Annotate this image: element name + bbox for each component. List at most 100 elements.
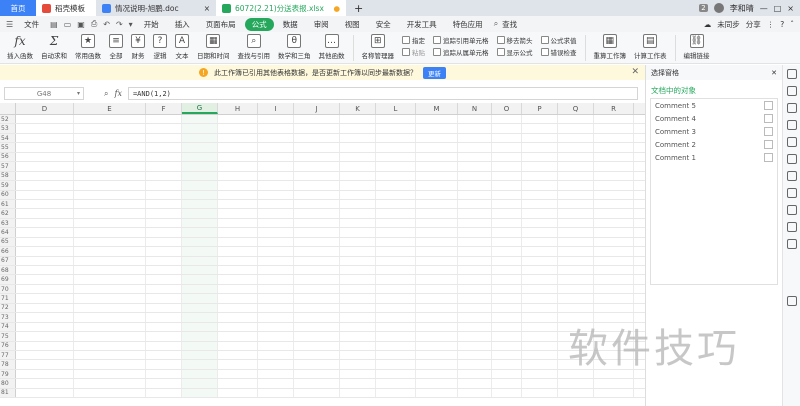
tools-icon[interactable] [786, 239, 797, 249]
grid-cell[interactable] [458, 190, 492, 199]
grid-cell[interactable] [74, 256, 146, 265]
grid-cell[interactable] [492, 294, 522, 303]
grid-cell[interactable] [340, 256, 376, 265]
backup-icon[interactable] [786, 154, 797, 164]
grid-cell[interactable] [74, 143, 146, 152]
grid-cell[interactable] [340, 190, 376, 199]
grid-cell[interactable] [522, 218, 558, 228]
finance-button[interactable]: ¥ 财务 [128, 32, 148, 62]
grid-cell[interactable] [558, 162, 594, 171]
grid-cell[interactable] [74, 218, 146, 228]
grid-cell[interactable] [340, 181, 376, 190]
visibility-icon[interactable] [764, 153, 773, 162]
grid-cell[interactable] [458, 162, 492, 171]
grid-cell[interactable] [458, 143, 492, 152]
grid-cell[interactable] [340, 284, 376, 294]
column-header[interactable]: O [492, 103, 522, 114]
grid-cell[interactable] [376, 266, 416, 275]
grid-cell[interactable] [182, 228, 218, 237]
grid-cell[interactable] [558, 228, 594, 237]
grid-cell[interactable] [218, 133, 258, 143]
grid-cell[interactable] [218, 360, 258, 369]
grid-cell[interactable] [16, 237, 74, 247]
grid-cell[interactable] [492, 256, 522, 265]
open-folder-icon[interactable]: ▭ [62, 20, 74, 29]
grid-cell[interactable] [218, 199, 258, 209]
grid-cell[interactable] [492, 266, 522, 275]
grid-cell[interactable] [558, 379, 594, 388]
define-button[interactable]: 指定 [402, 35, 425, 45]
grid-cell[interactable] [258, 199, 294, 209]
grid-cell[interactable] [522, 228, 558, 237]
grid-cell[interactable] [492, 284, 522, 294]
grid-cell[interactable] [492, 332, 522, 341]
grid-cell[interactable] [594, 275, 634, 284]
grid-cell[interactable] [182, 388, 218, 398]
grid-cell[interactable] [594, 294, 634, 303]
lookup-button[interactable]: ⌕ 查找与引用 [235, 32, 274, 62]
grid-cell[interactable] [458, 322, 492, 332]
row-header[interactable]: 69 [0, 275, 16, 284]
menu-file[interactable]: 文件 [17, 18, 46, 31]
grid-cell[interactable] [294, 313, 340, 322]
grid-cell[interactable] [258, 181, 294, 190]
tab-templates[interactable]: 稻壳模板 [36, 0, 96, 16]
grid-cell[interactable] [146, 350, 182, 360]
grid-cell[interactable] [182, 237, 218, 247]
more-chevron-icon[interactable]: ▾ [127, 20, 135, 29]
grid-cell[interactable] [492, 171, 522, 181]
grid-cell[interactable] [522, 284, 558, 294]
grid-cell[interactable] [594, 247, 634, 256]
grid-cell[interactable] [492, 209, 522, 218]
grid-cell[interactable] [416, 341, 458, 350]
grid-cell[interactable] [16, 171, 74, 181]
column-header[interactable]: Q [558, 103, 594, 114]
grid-cell[interactable] [182, 379, 218, 388]
grid-cell[interactable] [492, 124, 522, 133]
grid-cell[interactable] [16, 247, 74, 256]
calc-sheet-button[interactable]: ▤ 计算工作表 [631, 32, 670, 62]
grid-cell[interactable] [218, 162, 258, 171]
grid-cell[interactable] [558, 133, 594, 143]
grid-cell[interactable] [294, 360, 340, 369]
grid-cell[interactable] [416, 266, 458, 275]
grid-cell[interactable] [522, 162, 558, 171]
grid-cell[interactable] [594, 162, 634, 171]
grid-cell[interactable] [146, 341, 182, 350]
grid-cell[interactable] [458, 181, 492, 190]
grid-cell[interactable] [376, 294, 416, 303]
grid-cell[interactable] [74, 237, 146, 247]
grid-cell[interactable] [16, 152, 74, 162]
user-name[interactable]: 李和晴 [730, 3, 754, 14]
grid-cell[interactable] [558, 247, 594, 256]
grid-cell[interactable] [182, 275, 218, 284]
menu-security[interactable]: 安全 [369, 18, 398, 31]
grid-cell[interactable] [376, 152, 416, 162]
chevron-down-icon[interactable]: ▾ [77, 90, 80, 97]
grid-cell[interactable] [522, 171, 558, 181]
paste-button[interactable]: 粘贴 [402, 47, 425, 57]
grid-cell[interactable] [594, 303, 634, 313]
grid-cell[interactable] [74, 379, 146, 388]
grid-cell[interactable] [258, 360, 294, 369]
row-header[interactable]: 70 [0, 284, 16, 294]
grid-cell[interactable] [74, 294, 146, 303]
grid-cell[interactable] [416, 237, 458, 247]
hamburger-icon[interactable]: ☰ [4, 20, 15, 29]
grid-cell[interactable] [294, 228, 340, 237]
row-header[interactable]: 66 [0, 247, 16, 256]
logic-button[interactable]: ? 逻辑 [150, 32, 170, 62]
grid-cell[interactable] [258, 218, 294, 228]
grid-cell[interactable] [146, 143, 182, 152]
grid-cell[interactable] [340, 152, 376, 162]
grid-cell[interactable] [74, 115, 146, 124]
grid-cell[interactable] [146, 171, 182, 181]
grid-cell[interactable] [492, 190, 522, 199]
grid-cell[interactable] [258, 275, 294, 284]
grid-cell[interactable] [258, 162, 294, 171]
row-header[interactable]: 72 [0, 303, 16, 313]
grid-cell[interactable] [522, 341, 558, 350]
grid-cell[interactable] [558, 171, 594, 181]
grid-cell[interactable] [416, 369, 458, 379]
zoom-icon[interactable]: ⌕ [104, 89, 108, 99]
